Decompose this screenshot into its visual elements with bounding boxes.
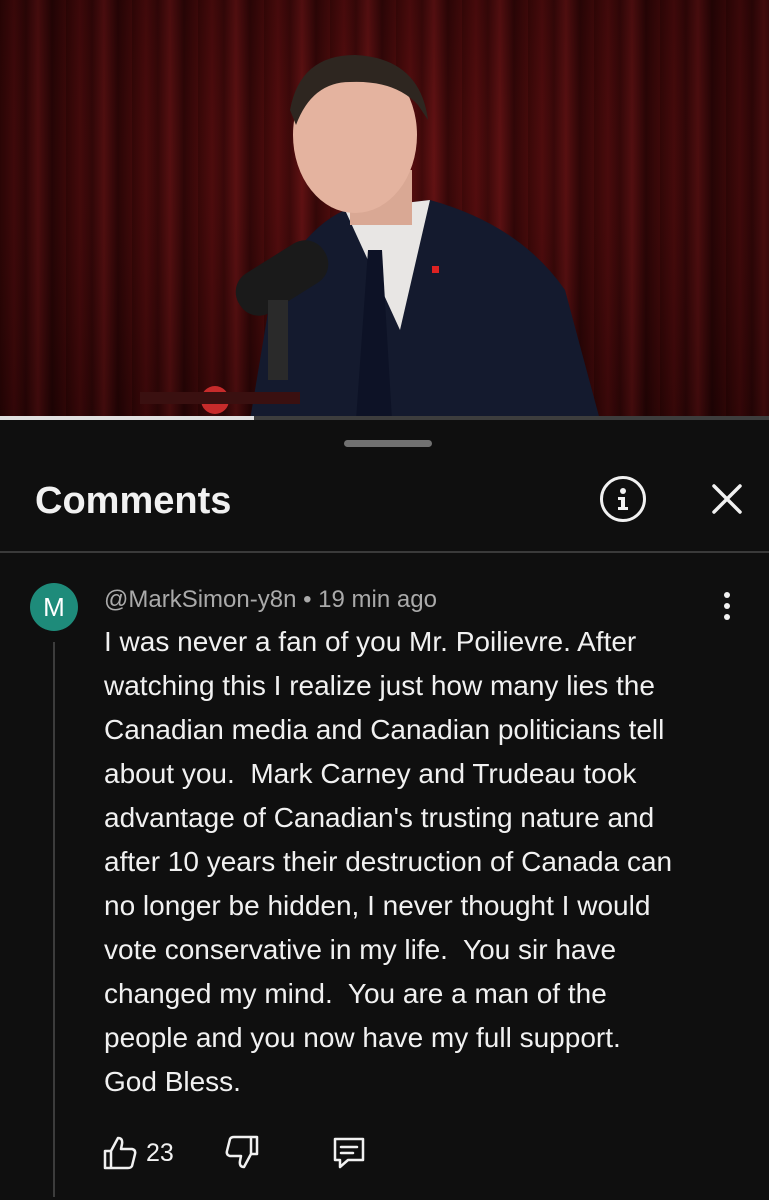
comment-line: no longer be hidden, I never thought I w… — [104, 890, 651, 921]
reply-icon — [333, 1137, 365, 1169]
comment-line: vote conservative in my life. You sir ha… — [104, 934, 617, 965]
thumbs-up-icon — [103, 1136, 137, 1170]
dislike-button[interactable] — [224, 1134, 264, 1174]
close-icon — [712, 484, 742, 514]
info-circle-icon — [618, 488, 628, 510]
comment-line: people and you now have my full support. — [104, 1022, 621, 1053]
meta-separator: • — [303, 586, 312, 613]
comment-line: Canadian media and Canadian politicians … — [104, 714, 665, 745]
close-button[interactable] — [704, 476, 750, 522]
comment-line: after 10 years their destruction of Cana… — [104, 846, 673, 877]
video-frame — [140, 55, 600, 420]
video-player[interactable] — [0, 0, 769, 420]
avatar[interactable]: M — [30, 583, 78, 631]
more-vertical-icon-dot — [724, 603, 730, 609]
comment-line: changed my mind. You are a man of the — [104, 978, 607, 1009]
comment-actions: 23 — [0, 1130, 769, 1180]
comment-meta: @MarkSimon-y8n • 19 min ago — [104, 586, 437, 614]
avatar-initial: M — [43, 591, 65, 622]
comments-title: Comments — [35, 480, 232, 522]
info-button[interactable] — [600, 476, 646, 522]
reply-button[interactable] — [330, 1134, 370, 1174]
comment-line: about you. Mark Carney and Trudeau took — [104, 758, 637, 789]
video-progress-fill — [0, 416, 254, 420]
comment-author[interactable]: @MarkSimon-y8n — [104, 586, 296, 613]
comment-body: I was never a fan of you Mr. Poilievre. … — [104, 620, 744, 1104]
comment-line: watching this I realize just how many li… — [104, 670, 655, 701]
drag-handle[interactable] — [344, 440, 432, 447]
header-divider — [0, 551, 769, 553]
like-count: 23 — [146, 1138, 174, 1167]
more-vertical-icon — [724, 592, 730, 598]
like-button[interactable]: 23 — [102, 1130, 174, 1176]
more-options-button[interactable] — [712, 588, 742, 624]
thumbs-down-icon — [225, 1135, 259, 1169]
comment-line: I was never a fan of you Mr. Poilievre. … — [104, 626, 637, 657]
comments-sheet: Comments M @MarkSimon-y8n • 19 min ago I… — [0, 420, 769, 1200]
comment-time: 19 min ago — [318, 586, 437, 613]
video-progress-bar[interactable] — [0, 416, 769, 420]
thread-line — [53, 642, 55, 1197]
comment-line: God Bless. — [104, 1066, 241, 1097]
comment-line: advantage of Canadian's trusting nature … — [104, 802, 655, 833]
